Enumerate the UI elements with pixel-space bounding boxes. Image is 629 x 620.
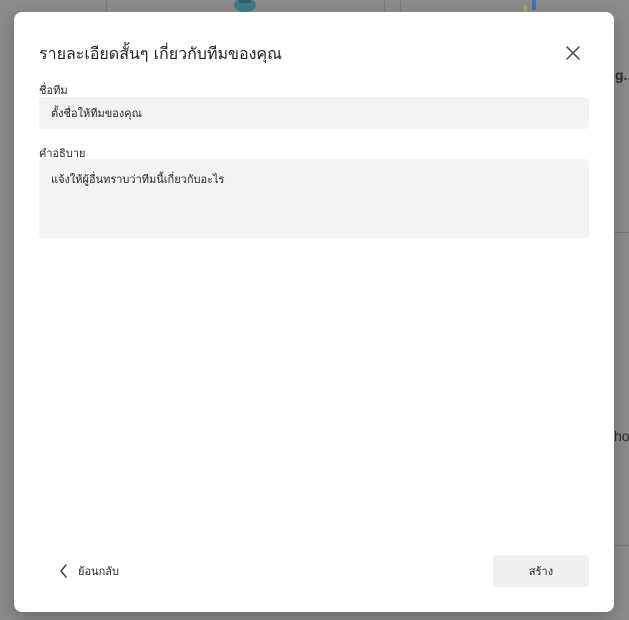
team-name-placeholder: ตั้งชื่อให้ทีมของคุณ	[51, 107, 142, 120]
description-textarea[interactable]: แจ้งให้ผู้อื่นทราบว่าทีมนี้เกี่ยวกับอะไร	[39, 159, 589, 238]
close-icon	[566, 46, 580, 60]
create-button[interactable]: สร้าง	[493, 555, 589, 587]
back-button[interactable]: ย้อนกลับ	[58, 558, 119, 584]
background-card-border	[614, 545, 629, 546]
close-button[interactable]	[560, 40, 586, 66]
create-team-dialog: รายละเอียดสั้นๆ เกี่ยวกับทีมของคุณ ชื่อท…	[14, 12, 614, 612]
background-text-fragment: g...	[615, 67, 629, 83]
chevron-left-icon	[60, 564, 67, 578]
dialog-title: รายละเอียดสั้นๆ เกี่ยวกับทีมของคุณ	[39, 44, 282, 63]
description-placeholder: แจ้งให้ผู้อื่นทราบว่าทีมนี้เกี่ยวกับอะไร	[51, 173, 225, 186]
back-button-label: ย้อนกลับ	[78, 565, 119, 578]
background-text-fragment: ho	[614, 428, 629, 444]
create-button-label: สร้าง	[528, 565, 554, 578]
team-name-input[interactable]: ตั้งชื่อให้ทีมของคุณ	[39, 97, 589, 129]
background-card-border	[614, 232, 629, 233]
